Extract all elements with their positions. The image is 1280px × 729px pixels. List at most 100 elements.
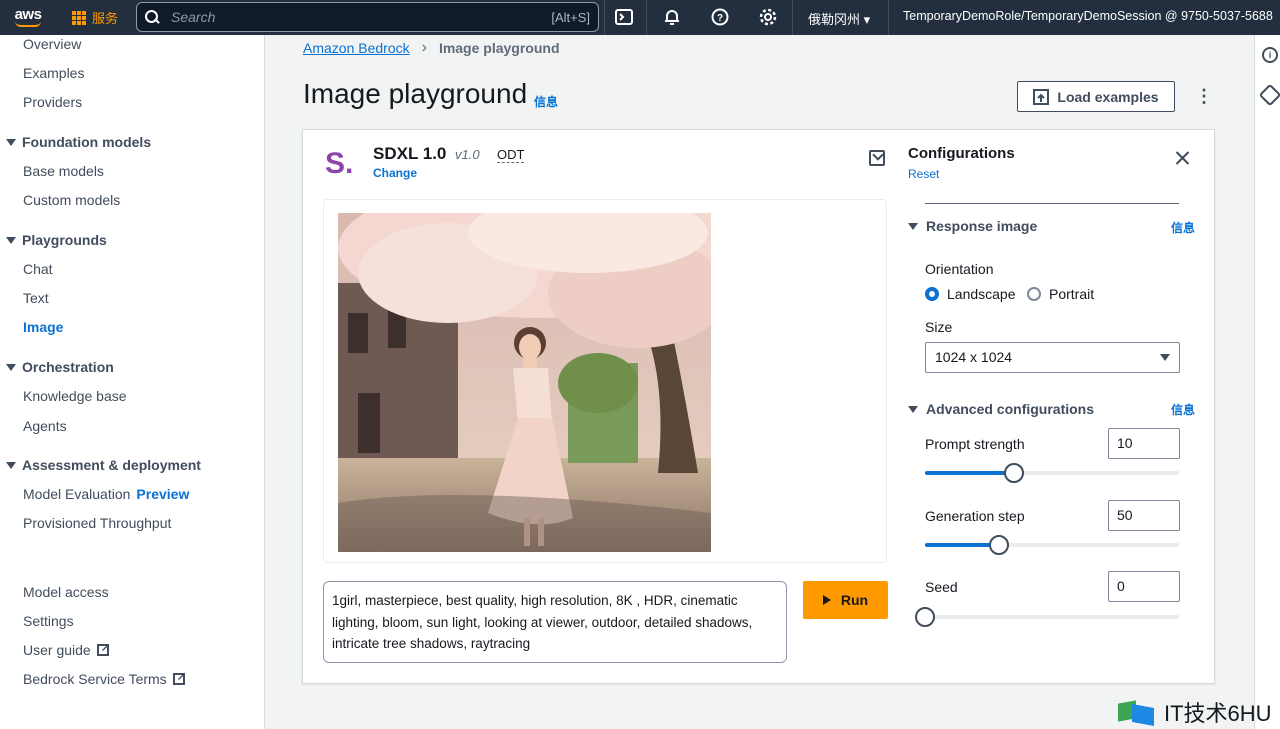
generation-step-label: Generation step <box>925 508 1025 524</box>
advanced-config-section-toggle[interactable]: Advanced configurations <box>908 401 1094 417</box>
load-icon <box>1033 88 1050 105</box>
more-options-icon[interactable]: ⋮ <box>1195 86 1213 106</box>
seed-label: Seed <box>925 579 958 595</box>
size-label: Size <box>925 319 953 335</box>
tutorial-icon[interactable] <box>1258 83 1280 107</box>
info-icon[interactable]: i <box>1262 47 1278 63</box>
sidebar-item-service-terms[interactable]: Bedrock Service Terms <box>23 670 186 687</box>
help-icon[interactable]: ? <box>710 7 730 27</box>
breadcrumb-amazon-bedrock[interactable]: Amazon Bedrock <box>303 40 410 56</box>
grid-icon <box>72 10 86 25</box>
aws-logo[interactable]: aws <box>0 0 56 35</box>
slider-fill <box>925 543 999 547</box>
caret-down-icon <box>908 222 918 230</box>
sidebar-item-provisioned-throughput[interactable]: Provisioned Throughput <box>23 515 171 531</box>
caret-down-icon <box>1160 354 1170 361</box>
divider <box>888 0 889 35</box>
change-model-link[interactable]: Change <box>373 166 417 180</box>
slider-thumb[interactable] <box>1003 463 1024 483</box>
sidebar-item-model-access[interactable]: Model access <box>23 584 109 600</box>
services-menu[interactable]: 服务 <box>72 8 118 27</box>
account-menu[interactable]: TemporaryDemoRole/TemporaryDemoSession @… <box>903 9 1273 23</box>
prompt-strength-slider[interactable] <box>925 463 1179 483</box>
run-button[interactable]: Run <box>803 581 888 619</box>
sidebar-item-providers[interactable]: Providers <box>23 94 82 110</box>
region-selector[interactable]: 俄勒冈州 ▾ <box>808 9 870 28</box>
reset-link[interactable]: Reset <box>908 167 939 181</box>
seed-input[interactable]: 0 <box>1108 571 1180 602</box>
aws-smile-icon <box>15 21 41 27</box>
caret-down-icon: ▾ <box>863 12 871 27</box>
breadcrumb-current: Image playground <box>438 40 560 56</box>
caret-down-icon <box>908 405 918 413</box>
radio-selected-icon <box>925 287 939 301</box>
caret-down-icon <box>6 138 16 146</box>
sidebar-item-examples[interactable]: Examples <box>23 65 84 81</box>
svg-text:?: ? <box>717 13 723 24</box>
search-icon <box>145 10 159 24</box>
sidebar-item-custom-models[interactable]: Custom models <box>23 192 120 208</box>
search-input[interactable]: Search [Alt+S] <box>136 2 599 32</box>
response-image-section-toggle[interactable]: Response image <box>908 218 1037 234</box>
caret-down-icon <box>6 236 16 244</box>
slider-fill <box>925 471 1014 475</box>
sidebar-item-model-evaluation[interactable]: Model Evaluation Preview <box>23 486 189 502</box>
sidebar-section-assessment[interactable]: Assessment & deployment <box>6 457 201 473</box>
divider <box>925 203 1179 204</box>
top-navigation: aws 服务 Search [Alt+S] ? 俄勒冈州 ▾ Temporary… <box>0 0 1280 35</box>
slider-thumb[interactable] <box>988 535 1009 555</box>
play-icon <box>822 595 831 605</box>
generation-step-input[interactable]: 50 <box>1108 500 1180 531</box>
generated-image <box>338 213 711 552</box>
info-link[interactable]: 信息 <box>534 93 558 110</box>
generation-step-slider[interactable] <box>925 535 1179 555</box>
orientation-label: Orientation <box>925 261 994 277</box>
external-link-icon <box>96 641 110 656</box>
caret-down-icon <box>6 363 16 371</box>
load-examples-button[interactable]: Load examples <box>1017 81 1175 112</box>
sidebar-item-chat[interactable]: Chat <box>23 261 53 277</box>
watermark: IT技术6HU <box>1118 696 1272 728</box>
sidebar-item-overview[interactable]: Overview <box>23 36 81 52</box>
cloudshell-icon[interactable] <box>614 7 634 27</box>
prompt-strength-input[interactable]: 10 <box>1108 428 1180 459</box>
sidebar-item-agents[interactable]: Agents <box>23 418 67 434</box>
external-link-icon <box>172 670 186 685</box>
model-name: SDXL 1.0 <box>373 144 447 163</box>
close-icon[interactable] <box>1172 148 1192 168</box>
sidebar-item-settings[interactable]: Settings <box>23 613 74 629</box>
prompt-textarea[interactable]: 1girl, masterpiece, best quality, high r… <box>323 581 787 663</box>
radio-unselected-icon <box>1027 287 1041 301</box>
download-icon[interactable] <box>869 150 885 166</box>
model-odt-tag[interactable]: ODT <box>497 147 525 163</box>
bell-icon[interactable] <box>662 7 682 27</box>
prompt-strength-label: Prompt strength <box>925 436 1025 452</box>
orientation-landscape-radio[interactable]: Landscape <box>925 286 1016 302</box>
divider <box>792 0 793 35</box>
size-select[interactable]: 1024 x 1024 <box>925 342 1180 373</box>
watermark-logo <box>1118 698 1158 726</box>
divider <box>646 0 647 35</box>
sidebar-item-image[interactable]: Image <box>23 319 63 335</box>
preview-badge: Preview <box>136 486 190 502</box>
page-title: Image playground <box>303 78 528 109</box>
breadcrumb: Amazon Bedrock › Image playground <box>303 39 560 57</box>
sidebar-item-user-guide[interactable]: User guide <box>23 641 110 658</box>
tools-rail: i <box>1254 35 1280 729</box>
sidebar-item-base-models[interactable]: Base models <box>23 163 104 179</box>
model-version: v1.0 <box>455 147 480 162</box>
orientation-portrait-radio[interactable]: Portrait <box>1027 286 1094 302</box>
sidebar-section-orchestration[interactable]: Orchestration <box>6 359 114 375</box>
sidebar-item-knowledge-base[interactable]: Knowledge base <box>23 388 127 404</box>
gear-icon[interactable] <box>758 7 778 27</box>
advanced-config-info-link[interactable]: 信息 <box>1171 401 1195 418</box>
sidebar-section-playgrounds[interactable]: Playgrounds <box>6 232 107 248</box>
sidebar-section-foundation-models[interactable]: Foundation models <box>6 134 151 150</box>
divider <box>604 0 605 35</box>
configurations-title: Configurations <box>908 145 1015 162</box>
slider-thumb[interactable] <box>915 607 935 627</box>
response-image-info-link[interactable]: 信息 <box>1171 219 1195 236</box>
chevron-right-icon: › <box>421 39 427 56</box>
sidebar-item-text[interactable]: Text <box>23 290 49 306</box>
seed-slider[interactable] <box>915 607 1179 627</box>
